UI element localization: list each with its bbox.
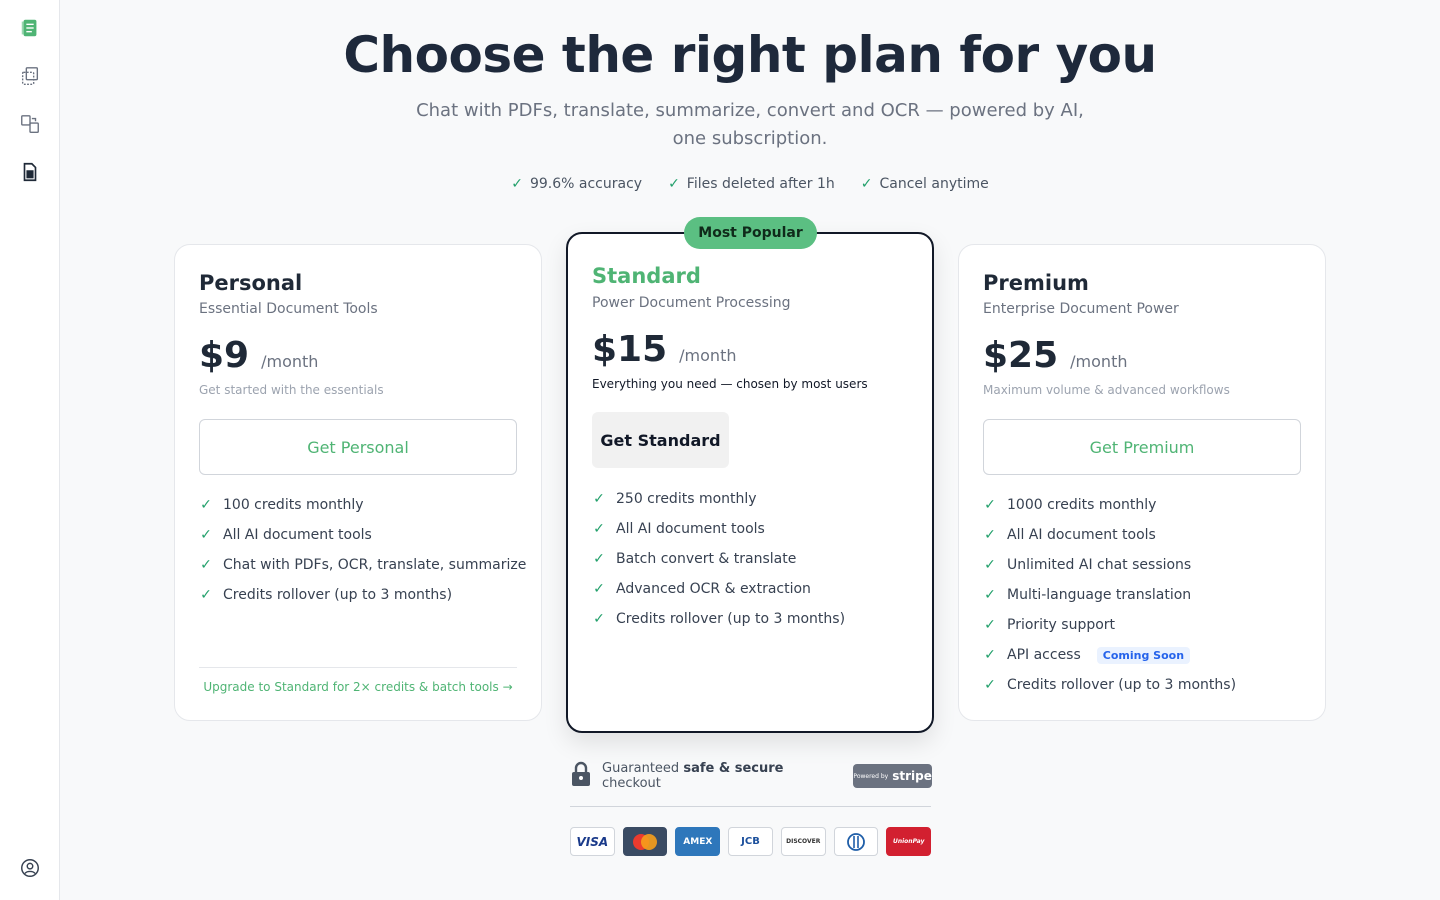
upgrade-link[interactable]: Upgrade to Standard for 2× credits & bat… (199, 667, 517, 694)
sidebar (0, 0, 60, 900)
feature-list: ✓ 1000 credits monthly ✓ All AI document t… (983, 490, 1236, 700)
check-icon: ✓ (984, 617, 996, 633)
list-item: ✓ Priority support (984, 617, 1116, 633)
list-item: ✓ All AI document tools (984, 527, 1156, 543)
price-row: $9 /month (199, 335, 318, 376)
check-icon: ✓ (593, 581, 605, 597)
check-icon: ✓ (984, 587, 996, 603)
plan-period: /month (261, 352, 319, 371)
plan-card-standard: Standard Power Document Processing $15 /… (566, 232, 934, 733)
check-icon: ✓ (984, 557, 996, 573)
price-note: Maximum volume & advanced workflows (983, 383, 1230, 397)
secure-checkout: Guaranteed safe & secure checkout Powere… (570, 761, 932, 791)
mastercard-icon (622, 827, 668, 856)
diners-club-icon (833, 827, 879, 856)
discover-icon: DISCOVER (780, 827, 826, 856)
list-item: ✓ Unlimited AI chat sessions (984, 557, 1192, 573)
plan-tagline: Enterprise Document Power (983, 301, 1179, 317)
check-icon: ✓ (511, 176, 523, 192)
list-item: ✓ Chat with PDFs, OCR, translate, summari… (200, 557, 527, 573)
plan-period: /month (1070, 352, 1128, 371)
trust-item: ✓ 99.6% accuracy (511, 176, 642, 192)
most-popular-badge: Most Popular (684, 217, 817, 249)
divider (570, 806, 931, 807)
check-icon: ✓ (984, 677, 996, 693)
plan-tagline: Essential Document Tools (199, 301, 378, 317)
trust-row: ✓ 99.6% accuracy ✓ Files deleted after 1h … (60, 176, 1440, 192)
check-icon: ✓ (593, 521, 605, 537)
jcb-icon: JCB (728, 827, 773, 856)
trust-label: Cancel anytime (879, 176, 989, 192)
convert-icon[interactable] (18, 112, 42, 136)
get-premium-button[interactable]: Get Premium (983, 419, 1301, 475)
unionpay-icon: UnionPay (886, 827, 932, 856)
plan-name: Personal (199, 271, 303, 295)
plan-name: Premium (983, 271, 1089, 295)
check-icon: ✓ (860, 176, 873, 192)
list-item: ✓ Multi-language translation (984, 587, 1192, 603)
list-item: ✓ Credits rollover (up to 3 months) (984, 677, 1237, 693)
feature-list: ✓ 250 credits monthly ✓ All AI document to… (592, 484, 845, 634)
check-icon: ✓ (984, 497, 996, 513)
price-note: Everything you need — chosen by most use… (592, 377, 868, 391)
list-item: ✓ 1000 credits monthly (984, 497, 1157, 513)
plan-period: /month (679, 346, 737, 365)
get-personal-button[interactable]: Get Personal (199, 419, 517, 475)
plan-price: $25 (983, 335, 1059, 376)
check-icon: ✓ (593, 491, 605, 507)
plan-price: $9 (199, 335, 250, 376)
list-item: ✓ Advanced OCR & extraction (593, 581, 811, 597)
list-item: ✓ All AI document tools (593, 521, 765, 537)
file-calculator-icon[interactable] (18, 160, 42, 184)
lock-icon (570, 761, 592, 791)
trust-item: ✓ Cancel anytime (861, 176, 989, 192)
amex-icon: AMEX (675, 827, 721, 856)
check-icon: ✓ (200, 587, 212, 603)
list-item: ✓ Credits rollover (up to 3 months) (200, 587, 453, 603)
check-icon: ✓ (200, 557, 212, 573)
page-subtitle: Chat with PDFs, translate, summarize, co… (416, 100, 1084, 149)
coming-soon-badge: Coming Soon (1096, 646, 1191, 664)
list-item: ✓ 100 credits monthly (200, 497, 364, 513)
trust-label: 99.6% accuracy (529, 176, 643, 192)
check-icon: ✓ (984, 647, 996, 663)
plan-tagline: Power Document Processing (592, 295, 791, 311)
secure-text: Guaranteed safe & secure checkout (602, 761, 784, 791)
check-icon: ✓ (593, 611, 605, 627)
trust-label: Files deleted after 1h (686, 176, 835, 192)
list-item: ✓ Batch convert & translate (593, 551, 797, 567)
price-row: $15 /month (592, 329, 736, 370)
stripe-badge: Powered by stripe (853, 764, 932, 788)
copy-icon[interactable] (18, 64, 42, 88)
visa-icon: VISA (570, 827, 615, 856)
check-icon: ✓ (593, 551, 605, 567)
list-item: ✓ Credits rollover (up to 3 months) (593, 611, 846, 627)
check-icon: ✓ (668, 176, 680, 192)
check-icon: ✓ (200, 527, 212, 543)
price-row: $25 /month (983, 335, 1127, 376)
plan-price: $15 (592, 329, 668, 370)
list-item: ✓ 250 credits monthly (593, 491, 757, 507)
user-circle-icon[interactable] (18, 856, 42, 880)
page-title: Choose the right plan for you (343, 26, 1157, 84)
plan-name: Standard (592, 264, 701, 288)
check-icon: ✓ (200, 497, 212, 513)
price-note: Get started with the essentials (199, 383, 384, 397)
get-standard-button[interactable]: Get Standard (592, 412, 729, 468)
trust-item: ✓ Files deleted after 1h (668, 176, 835, 192)
payment-methods: VISA AMEX JCB DISCOVER UnionPay (570, 827, 932, 856)
plan-card-personal: Personal Essential Document Tools $9 /mo… (174, 244, 542, 721)
list-item: ✓ API access Coming Soon (983, 640, 1236, 670)
feature-list: ✓ 100 credits monthly ✓ All AI document to… (199, 490, 526, 610)
plan-card-premium: Premium Enterprise Document Power $25 /m… (958, 244, 1326, 721)
list-item: ✓ All AI document tools (200, 527, 372, 543)
check-icon: ✓ (984, 527, 996, 543)
document-stack-icon[interactable] (18, 16, 42, 40)
